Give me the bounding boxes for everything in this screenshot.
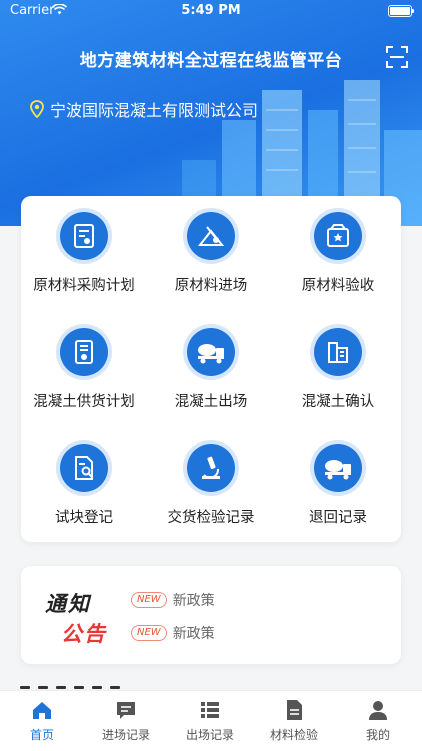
new-badge: NEW [131,625,167,641]
notice-text: 新政策 [172,593,215,609]
tab-home[interactable]: 首页 [0,691,84,751]
menu-item-label: 交货检验记录 [167,510,255,526]
tab-material-inspection[interactable]: 材料检验 [252,691,336,751]
material-entry-icon [187,212,235,260]
function-menu-card: 原材料采购计划 原材料进场 原材料验收 混凝土供货计划 混凝土出场 混凝土确认 … [21,196,401,542]
test-block-icon [60,444,108,492]
microscope-icon [187,444,235,492]
notice-logo-bottom: 公告 [61,622,107,646]
menu-item-return-record[interactable]: 退回记录 [275,428,401,538]
list-icon [201,702,219,718]
menu-item-label: 原材料进场 [174,278,248,294]
function-grid: 原材料采购计划 原材料进场 原材料验收 混凝土供货计划 混凝土出场 混凝土确认 … [21,196,401,542]
person-icon [369,701,387,720]
status-bar: Carrier 5:49 PM [0,0,422,22]
tab-label: 首页 [29,728,54,742]
clock: 5:49 PM [181,3,241,18]
notice-text: 新政策 [172,626,215,642]
mixer-truck-icon [187,328,235,376]
company-location[interactable]: 宁波国际混凝土有限测试公司 [30,97,258,121]
menu-item-delivery-inspection[interactable]: 交货检验记录 [148,428,274,538]
menu-item-purchase-plan[interactable]: 原材料采购计划 [21,196,147,306]
menu-item-label: 原材料验收 [301,278,375,294]
menu-item-label: 混凝土确认 [301,394,375,410]
new-badge: NEW [131,592,167,608]
home-icon [33,702,51,719]
menu-item-label: 原材料采购计划 [33,278,135,294]
tab-label: 出场记录 [185,728,234,742]
tab-label: 材料检验 [269,728,318,742]
battery-icon [388,5,414,17]
menu-item-test-block[interactable]: 试块登记 [21,428,147,538]
header-banner: Carrier 5:49 PM 地方建筑材料全过程在线监管平台 宁波国际混凝土有… [0,0,422,226]
notice-item[interactable]: NEW 新政策 [131,623,215,643]
document-icon [287,700,302,720]
confirm-icon [314,328,362,376]
menu-item-label: 混凝土供货计划 [33,394,135,410]
tab-label: 进场记录 [101,728,150,742]
page-title: 地方建筑材料全过程在线监管平台 [79,51,343,71]
menu-item-material-entry[interactable]: 原材料进场 [148,196,274,306]
menu-item-concrete-departure[interactable]: 混凝土出场 [148,312,274,422]
tab-entry-records[interactable]: 进场记录 [84,691,168,751]
chat-icon [117,702,135,719]
material-acceptance-icon [314,212,362,260]
menu-item-label: 试块登记 [55,510,113,526]
next-section-peek [20,686,120,689]
purchase-plan-icon [60,212,108,260]
return-truck-icon [314,444,362,492]
notice-logo-top: 通知 [45,592,91,616]
menu-item-supply-plan[interactable]: 混凝土供货计划 [21,312,147,422]
scan-icon[interactable] [386,46,408,68]
tab-departure-records[interactable]: 出场记录 [168,691,252,751]
company-name: 宁波国际混凝土有限测试公司 [50,101,259,120]
menu-item-material-acceptance[interactable]: 原材料验收 [275,196,401,306]
menu-item-concrete-confirm[interactable]: 混凝土确认 [275,312,401,422]
supply-plan-icon [60,328,108,376]
menu-item-label: 混凝土出场 [174,394,248,410]
tab-bar: 首页 进场记录 出场记录 材料检验 我的 [0,690,422,751]
notice-board[interactable]: 通知 公告 NEW 新政策 NEW 新政策 [21,566,401,664]
tab-profile[interactable]: 我的 [336,691,420,751]
tab-label: 我的 [365,728,390,742]
menu-item-label: 退回记录 [309,510,367,526]
location-pin-icon [30,100,44,118]
notice-item[interactable]: NEW 新政策 [131,590,215,610]
